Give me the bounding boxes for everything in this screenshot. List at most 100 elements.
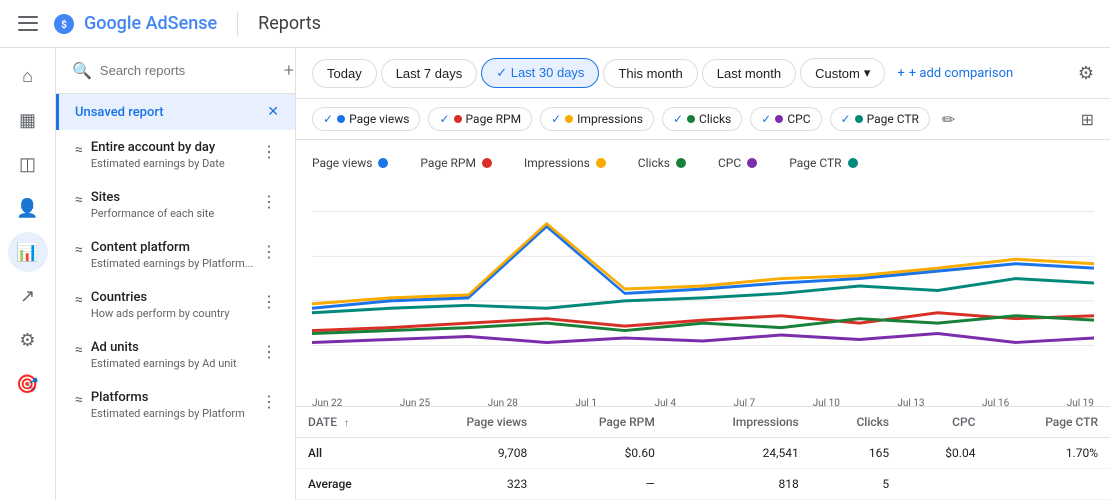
report-item-icon: ≈ xyxy=(75,392,83,408)
clicks-legend-dot xyxy=(676,158,686,168)
table-row: Average 323 — 818 5 xyxy=(296,469,1110,500)
chip-clicks[interactable]: Clicks xyxy=(662,107,742,131)
page-ctr-dot xyxy=(855,115,863,123)
cell-clicks: 5 xyxy=(811,469,901,500)
add-comparison-label: + add comparison xyxy=(909,66,1013,81)
sidebar-icon-home[interactable]: ⌂ xyxy=(8,56,48,96)
cell-page-views: 9,708 xyxy=(404,438,539,469)
chevron-down-icon: ▾ xyxy=(864,65,871,81)
x-label-jul10: Jul 10 xyxy=(813,398,840,406)
report-list-item[interactable]: ≈ Entire account by day Estimated earnin… xyxy=(56,130,295,180)
col-page-views[interactable]: Page views xyxy=(404,407,539,438)
main-layout: ⌂ ▦ ◫ 👤 📊 ↗ ⚙ 🎯 🔍 + Unsaved report ✕ ≈ E… xyxy=(0,48,1110,500)
close-icon[interactable]: ✕ xyxy=(267,104,279,120)
page-ctr-legend-dot xyxy=(848,158,858,168)
sidebar-icon-block[interactable]: ◫ xyxy=(8,144,48,184)
report-item-subtitle: How ads perform by country xyxy=(91,307,259,320)
report-item-content: Content platform Estimated earnings by P… xyxy=(91,240,259,270)
chip-cpc[interactable]: CPC xyxy=(750,107,821,131)
more-menu-icon[interactable]: ⋮ xyxy=(259,140,279,163)
x-axis-labels: Jun 22 Jun 25 Jun 28 Jul 1 Jul 4 Jul 7 J… xyxy=(312,394,1094,406)
date-custom-button[interactable]: Custom ▾ xyxy=(800,58,885,88)
report-list-item[interactable]: ≈ Countries How ads perform by country ⋮ xyxy=(56,280,295,330)
date-today-button[interactable]: Today xyxy=(312,59,377,88)
date-last7-button[interactable]: Last 7 days xyxy=(381,59,478,88)
sidebar-icon-optimize[interactable]: 🎯 xyxy=(8,364,48,404)
col-clicks[interactable]: Clicks xyxy=(811,407,901,438)
report-list-item[interactable]: ≈ Sites Performance of each site ⋮ xyxy=(56,180,295,230)
sidebar-icon-trends[interactable]: ↗ xyxy=(8,276,48,316)
report-item-subtitle: Estimated earnings by Ad unit xyxy=(91,357,259,370)
more-menu-icon[interactable]: ⋮ xyxy=(259,240,279,263)
sidebar-icon-reports[interactable]: 📊 xyxy=(8,232,48,272)
page-rpm-dot xyxy=(454,115,462,123)
report-item-title: Entire account by day xyxy=(91,140,259,155)
chip-cpc-label: CPC xyxy=(787,112,810,126)
legend-clicks: Clicks xyxy=(638,156,686,170)
x-label-jul1: Jul 1 xyxy=(575,398,597,406)
data-table: DATE ↑ Page views Page RPM Impressions C… xyxy=(296,406,1110,500)
page-rpm-legend-dot xyxy=(482,158,492,168)
col-date[interactable]: DATE ↑ xyxy=(296,407,404,438)
cell-page-ctr: 1.70% xyxy=(987,438,1110,469)
date-last30-button[interactable]: Last 30 days xyxy=(481,58,599,88)
report-item-subtitle: Estimated earnings by Date xyxy=(91,157,259,170)
page-views-legend-dot xyxy=(378,158,388,168)
chart-section: Page views Page RPM Impressions Clicks C… xyxy=(296,140,1110,406)
col-page-rpm[interactable]: Page RPM xyxy=(539,407,667,438)
cpc-legend-dot xyxy=(747,158,757,168)
cell-impressions: 818 xyxy=(667,469,811,500)
unsaved-report-item[interactable]: Unsaved report ✕ xyxy=(56,94,295,130)
custom-label: Custom xyxy=(815,66,860,81)
edit-metrics-icon[interactable]: ✏ xyxy=(942,110,955,129)
report-item-icon: ≈ xyxy=(75,242,83,258)
add-report-button[interactable]: + xyxy=(284,60,294,81)
filter-icon[interactable]: ⊞ xyxy=(1081,110,1094,129)
metric-chips-bar: Page views Page RPM Impressions Clicks C… xyxy=(296,99,1110,140)
report-item-content: Countries How ads perform by country xyxy=(91,290,259,320)
chip-impressions[interactable]: Impressions xyxy=(540,107,654,131)
chip-page-ctr[interactable]: Page CTR xyxy=(830,107,930,131)
report-list-item[interactable]: ≈ Ad units Estimated earnings by Ad unit… xyxy=(56,330,295,380)
more-menu-icon[interactable]: ⋮ xyxy=(259,190,279,213)
cell-impressions: 24,541 xyxy=(667,438,811,469)
impressions-legend-dot xyxy=(596,158,606,168)
left-panel: 🔍 + Unsaved report ✕ ≈ Entire account by… xyxy=(56,48,296,500)
report-item-content: Platforms Estimated earnings by Platform xyxy=(91,390,259,420)
date-thismonth-button[interactable]: This month xyxy=(603,59,697,88)
search-icon: 🔍 xyxy=(72,61,92,80)
chart-legend: Page views Page RPM Impressions Clicks C… xyxy=(312,156,1094,170)
report-settings-button[interactable]: ⚙ xyxy=(1078,63,1094,84)
report-item-icon: ≈ xyxy=(75,292,83,308)
report-item-content: Entire account by day Estimated earnings… xyxy=(91,140,259,170)
sidebar-icon-overview[interactable]: ▦ xyxy=(8,100,48,140)
svg-text:$: $ xyxy=(61,18,67,31)
main-content: Today Last 7 days Last 30 days This mont… xyxy=(296,48,1110,500)
report-list-item[interactable]: ≈ Content platform Estimated earnings by… xyxy=(56,230,295,280)
col-page-ctr[interactable]: Page CTR xyxy=(987,407,1110,438)
report-item-title: Content platform xyxy=(91,240,259,255)
sidebar-icon-settings[interactable]: ⚙ xyxy=(8,320,48,360)
hamburger-menu[interactable] xyxy=(16,12,40,36)
cell-cpc xyxy=(901,469,987,500)
col-cpc[interactable]: CPC xyxy=(901,407,987,438)
report-list-item[interactable]: ≈ Platforms Estimated earnings by Platfo… xyxy=(56,380,295,430)
sidebar-icon-person[interactable]: 👤 xyxy=(8,188,48,228)
col-impressions[interactable]: Impressions xyxy=(667,407,811,438)
report-item-subtitle: Performance of each site xyxy=(91,207,259,220)
more-menu-icon[interactable]: ⋮ xyxy=(259,340,279,363)
search-input[interactable] xyxy=(100,63,276,78)
chip-page-rpm-label: Page RPM xyxy=(466,112,522,126)
cell-cpc: $0.04 xyxy=(901,438,987,469)
date-lastmonth-button[interactable]: Last month xyxy=(702,59,796,88)
report-item-subtitle: Estimated earnings by Platform... xyxy=(91,257,259,270)
chart-canvas: Jun 22 Jun 25 Jun 28 Jul 1 Jul 4 Jul 7 J… xyxy=(312,182,1094,390)
add-comparison-button[interactable]: + + add comparison xyxy=(897,66,1013,81)
cell-page-views: 323 xyxy=(404,469,539,500)
cell-date: All xyxy=(296,438,404,469)
more-menu-icon[interactable]: ⋮ xyxy=(259,290,279,313)
sidebar-icons: ⌂ ▦ ◫ 👤 📊 ↗ ⚙ 🎯 xyxy=(0,48,56,500)
chip-page-views[interactable]: Page views xyxy=(312,107,420,131)
more-menu-icon[interactable]: ⋮ xyxy=(259,390,279,413)
chip-page-rpm[interactable]: Page RPM xyxy=(428,107,532,131)
